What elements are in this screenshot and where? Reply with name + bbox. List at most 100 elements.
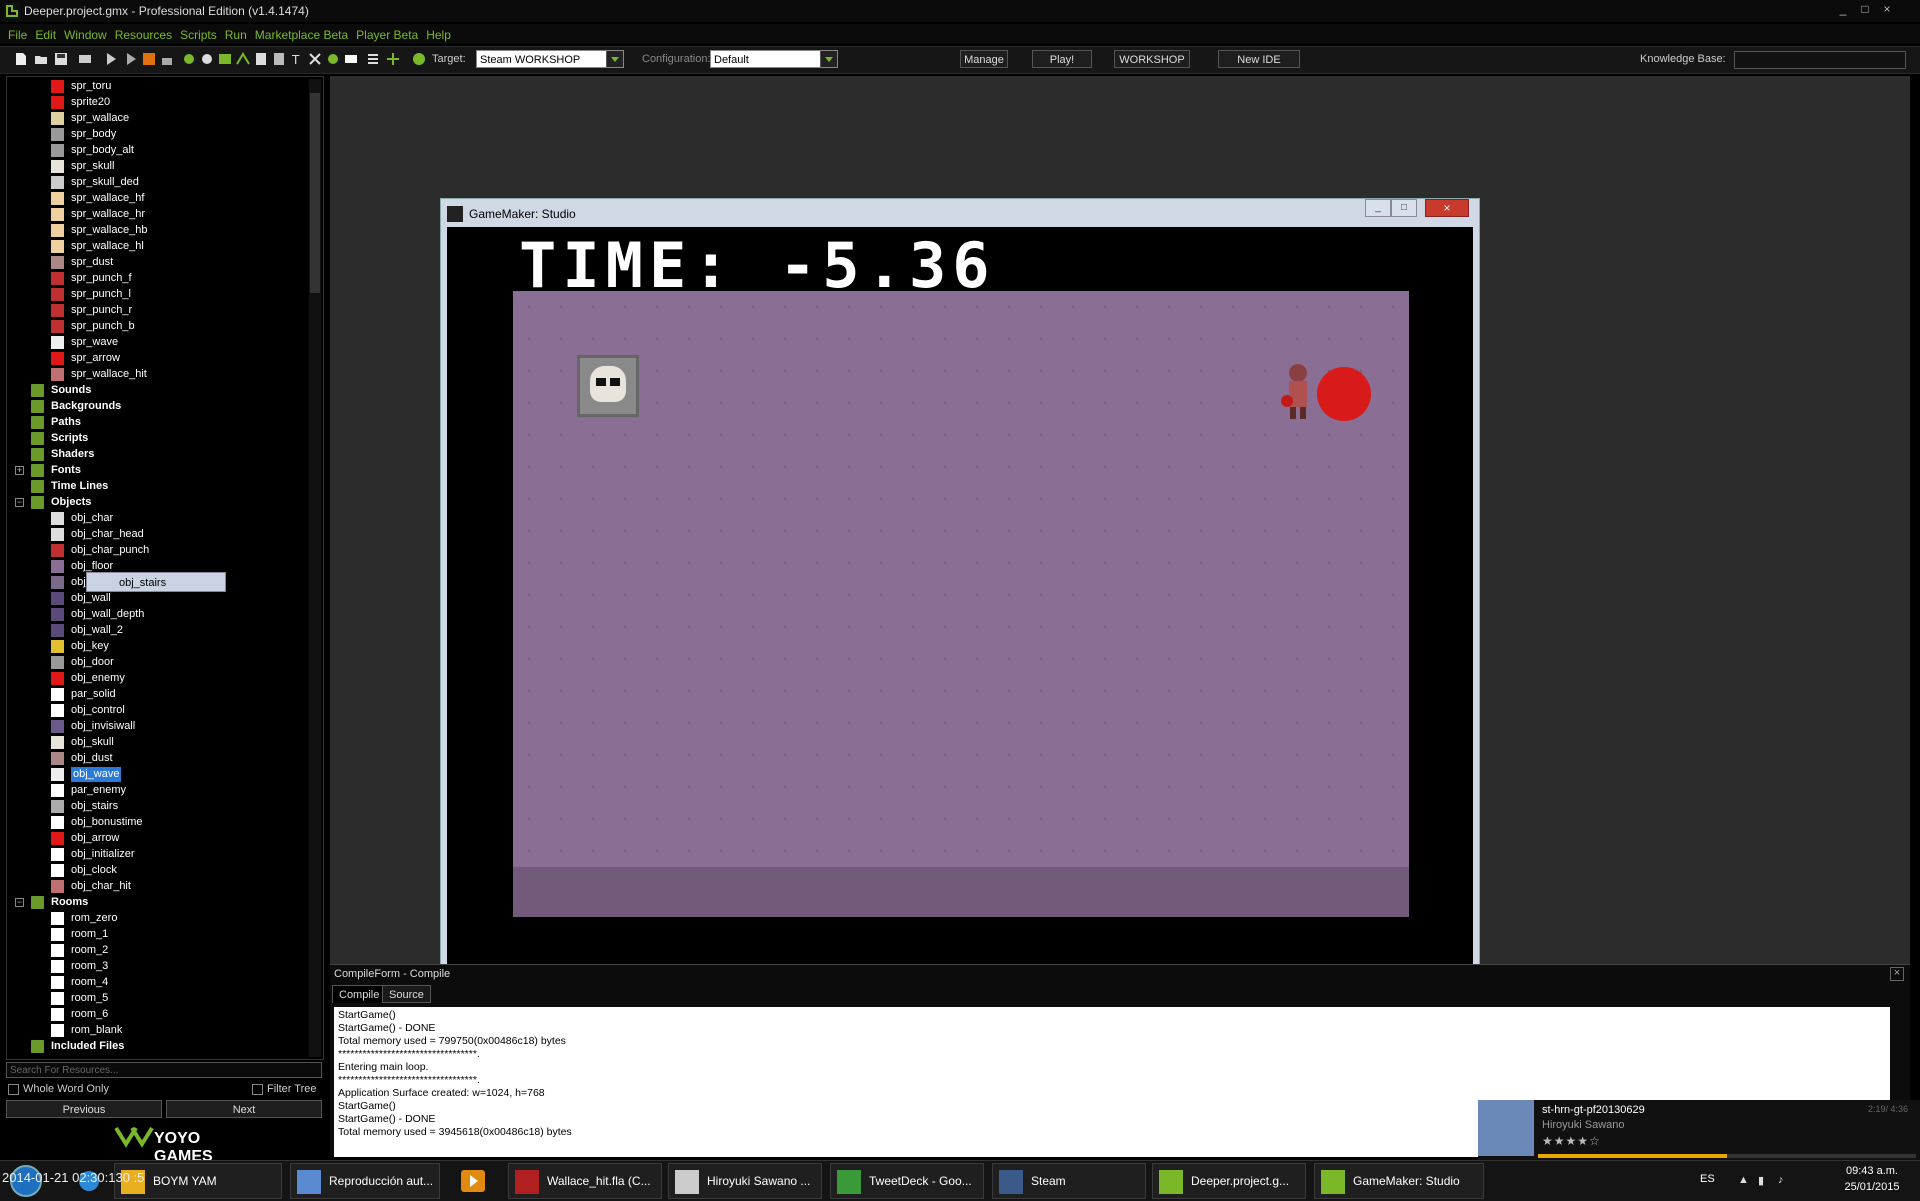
folder-icon — [31, 400, 44, 413]
next-button[interactable]: Next — [166, 1100, 322, 1118]
shader-icon[interactable] — [272, 52, 286, 66]
taskbar-pinned-media[interactable] — [450, 1163, 496, 1199]
menu-file[interactable]: File — [8, 28, 27, 42]
clock-date[interactable]: 25/01/2015 — [1832, 1181, 1912, 1193]
expand-icon[interactable]: + — [15, 466, 24, 475]
resource-icon — [51, 80, 64, 93]
taskbar-item[interactable]: Wallace_hit.fla (C... — [508, 1163, 662, 1199]
collapse-icon[interactable]: − — [15, 498, 24, 507]
tree-item-label: obj_char — [71, 512, 114, 524]
network-icon[interactable]: ▮ — [1758, 1174, 1770, 1187]
show-hidden-icons-icon[interactable]: ▲ — [1738, 1174, 1750, 1186]
media-rating[interactable]: ★★★★☆ — [1542, 1134, 1601, 1148]
folder-icon — [31, 384, 44, 397]
taskbar-item[interactable]: Hiroyuki Sawano ... — [668, 1163, 822, 1199]
taskbar-item[interactable]: TweetDeck - Goo... — [830, 1163, 984, 1199]
run-icon[interactable] — [104, 52, 118, 66]
whole-word-checkbox[interactable]: Whole Word Only — [8, 1083, 109, 1095]
filter-tree-checkbox[interactable]: Filter Tree — [252, 1083, 317, 1095]
media-progress[interactable] — [1538, 1154, 1916, 1158]
tree-item-label: spr_wallace_hf — [71, 192, 145, 204]
sound-icon[interactable] — [200, 52, 214, 66]
minimize-button[interactable]: _ — [1832, 2, 1854, 16]
debug-run-icon[interactable] — [124, 52, 138, 66]
menu-player[interactable]: Player Beta — [356, 28, 418, 42]
new-ide-button[interactable]: New IDE — [1218, 50, 1300, 68]
close-button[interactable]: × — [1876, 2, 1898, 16]
menu-run[interactable]: Run — [225, 28, 247, 42]
search-resources-input[interactable]: Search For Resources... — [6, 1062, 322, 1078]
path-icon[interactable] — [236, 52, 250, 66]
taskbar-item[interactable]: Steam — [992, 1163, 1146, 1199]
play-button[interactable]: Play! — [1032, 50, 1092, 68]
target-select[interactable]: Steam WORKSHOP — [476, 50, 624, 68]
game-info-icon[interactable] — [366, 52, 380, 66]
game-maximize-button[interactable]: □ — [1391, 199, 1417, 217]
target-select-value: Steam WORKSHOP — [480, 54, 581, 66]
sprite-icon[interactable] — [182, 52, 196, 66]
configuration-select[interactable]: Default — [710, 50, 838, 68]
window-titlebar: Deeper.project.gmx - Professional Editio… — [0, 0, 1920, 22]
build-icon[interactable] — [160, 52, 174, 66]
language-indicator[interactable]: ES — [1700, 1173, 1715, 1185]
background-icon[interactable] — [218, 52, 232, 66]
previous-button[interactable]: Previous — [6, 1100, 162, 1118]
media-player-widget[interactable]: st-hrn-gt-pf20130629 Hiroyuki Sawano ★★★… — [1478, 1100, 1920, 1160]
tree-scrollbar-thumb[interactable] — [310, 93, 320, 293]
open-folder-icon[interactable] — [34, 52, 48, 66]
font-icon[interactable]: T — [290, 52, 304, 66]
timeline-icon[interactable] — [308, 52, 322, 66]
media-time: 2:19/ 4:36 — [1867, 1104, 1908, 1114]
media-artist: Hiroyuki Sawano — [1542, 1119, 1625, 1131]
extensions-icon[interactable] — [386, 52, 400, 66]
resource-icon — [51, 576, 64, 589]
floor-bottom-edge — [513, 867, 1409, 917]
knowledge-base-label: Knowledge Base: — [1640, 53, 1726, 65]
menu-window[interactable]: Window — [64, 28, 107, 42]
whole-word-label: Whole Word Only — [23, 1083, 109, 1095]
manage-button[interactable]: Manage — [960, 50, 1008, 68]
music-icon — [675, 1170, 699, 1194]
menu-scripts[interactable]: Scripts — [180, 28, 217, 42]
taskbar-item[interactable]: GameMaker: Studio — [1314, 1163, 1484, 1199]
clock-time[interactable]: 09:43 a.m. — [1832, 1165, 1912, 1177]
tree-item-label: Shaders — [51, 448, 95, 460]
resource-icon — [51, 352, 64, 365]
game-close-button[interactable]: × — [1425, 199, 1469, 217]
tree-item-label: spr_body_alt — [71, 144, 134, 156]
room-icon[interactable] — [344, 52, 358, 66]
game-canvas[interactable]: TIME: -5.36 — [447, 227, 1473, 995]
tab-source-control[interactable]: Source Con — [382, 985, 431, 1019]
log-line: StartGame() — [338, 1009, 396, 1021]
tree-item-label: Included Files — [51, 1040, 125, 1052]
tree-item-label: spr_skull — [71, 160, 115, 172]
script-icon[interactable] — [254, 52, 268, 66]
resource-icon — [51, 880, 64, 893]
taskbar-item[interactable]: Deeper.project.g... — [1152, 1163, 1306, 1199]
tree-scrollbar[interactable] — [309, 79, 321, 1057]
menu-help[interactable]: Help — [426, 28, 451, 42]
menu-resources[interactable]: Resources — [115, 28, 172, 42]
new-file-icon[interactable] — [14, 52, 28, 66]
object-icon[interactable] — [326, 52, 340, 66]
tab-compile[interactable]: Compile — [332, 985, 387, 1003]
maximize-button[interactable]: □ — [1854, 2, 1876, 16]
stop-icon[interactable] — [142, 52, 156, 66]
game-minimize-button[interactable]: _ — [1365, 199, 1391, 217]
volume-icon[interactable]: ♪ — [1778, 1174, 1790, 1186]
knowledge-base-input[interactable] — [1734, 51, 1906, 69]
tree-item-label: rom_zero — [71, 912, 118, 924]
compile-close-icon[interactable]: × — [1890, 967, 1904, 981]
collapse-icon[interactable]: − — [15, 898, 24, 907]
workshop-button[interactable]: WORKSHOP — [1114, 50, 1190, 68]
tree-item-label: spr_punch_r — [71, 304, 133, 316]
overlay-timestamp: 2014-01-21 02:30:130 :5 — [2, 1170, 145, 1185]
save-icon[interactable] — [54, 52, 68, 66]
menu-edit[interactable]: Edit — [35, 28, 56, 42]
taskbar-item[interactable]: Reproducción aut... — [290, 1163, 440, 1199]
menu-marketplace[interactable]: Marketplace Beta — [255, 28, 348, 42]
menu-bar: File Edit Window Resources Scripts Run Marketp… — [0, 24, 1920, 44]
help-icon[interactable] — [412, 52, 426, 66]
tree-item-label: Paths — [51, 416, 81, 428]
export-icon[interactable] — [78, 52, 92, 66]
